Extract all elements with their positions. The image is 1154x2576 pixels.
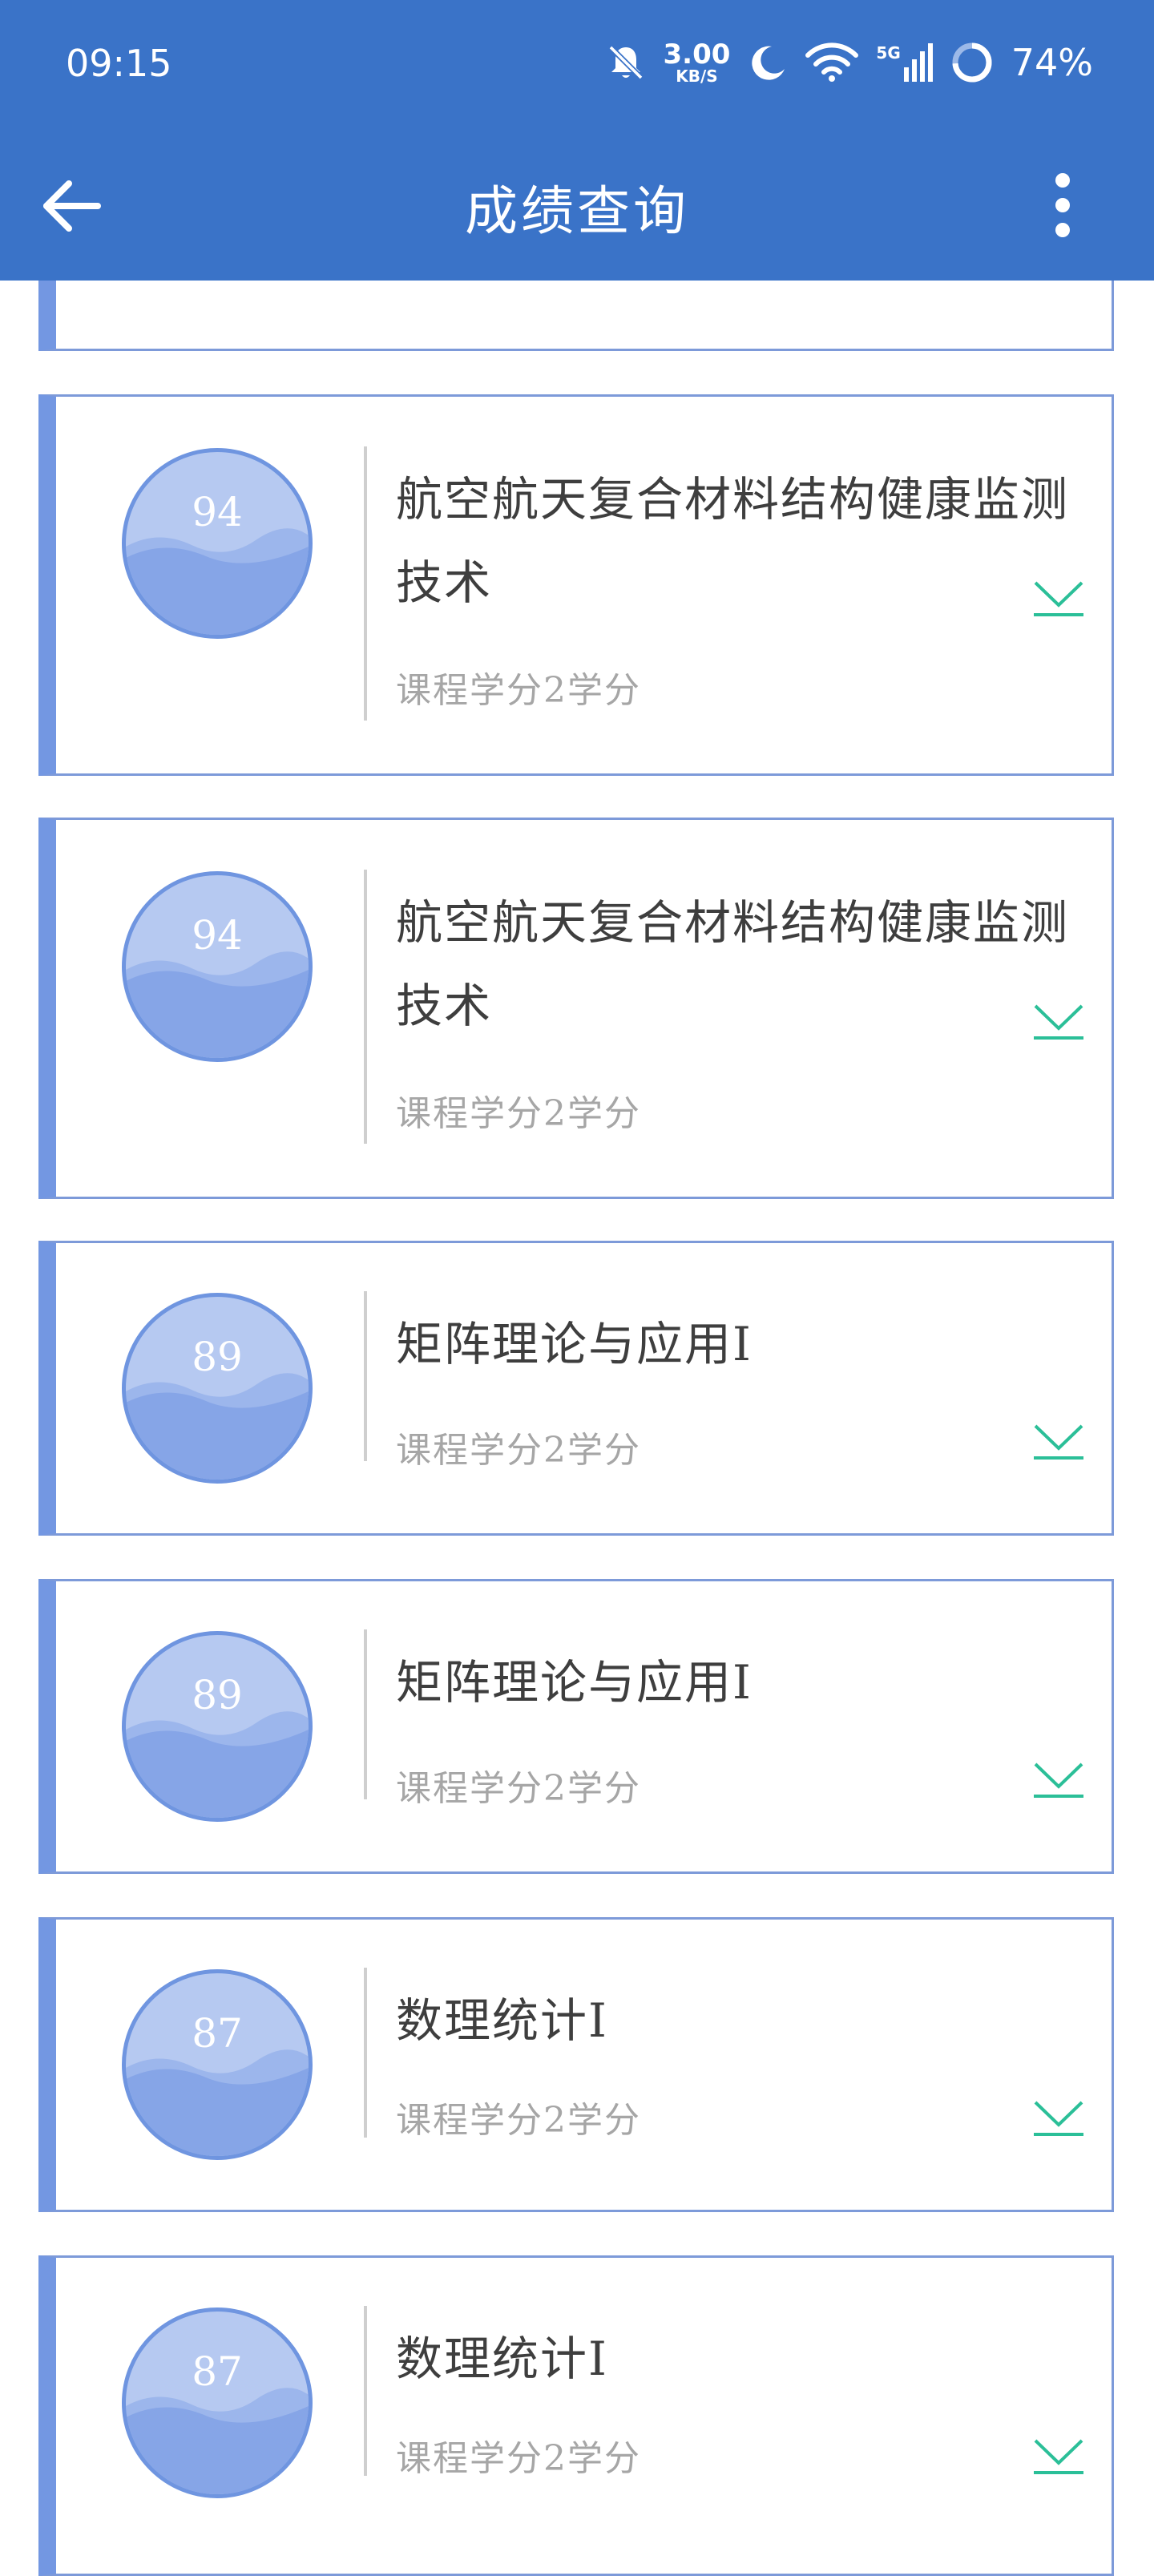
cell-signal-icon: 5G: [876, 43, 933, 82]
score-value: 87: [192, 2348, 243, 2395]
course-credit: 课程学分2学分: [396, 1093, 641, 1134]
course-card[interactable]: 87 数理统计I 课程学分2学分: [38, 1917, 1114, 2212]
course-name: 数理统计I: [396, 2332, 608, 2386]
score-badge: 89: [122, 1631, 313, 1822]
score-value: 89: [192, 1672, 243, 1718]
divider: [364, 870, 367, 1144]
divider: [364, 1968, 367, 2138]
score-value: 94: [192, 912, 243, 959]
divider: [364, 1629, 367, 1799]
wave-icon: [126, 528, 309, 635]
course-name: 航空航天复合材料结构健康监测技术: [396, 895, 1070, 1033]
network-speed: 3.00 KB/S: [664, 41, 731, 84]
more-menu-button[interactable]: [1047, 173, 1079, 237]
status-icons: 3.00 KB/S 5G 74%: [606, 37, 1093, 88]
course-name: 数理统计I: [396, 1993, 608, 2048]
score-badge: 89: [122, 1293, 313, 1484]
score-badge: 87: [122, 1969, 313, 2160]
score-badge: 94: [122, 448, 313, 639]
course-card[interactable]: 89 矩阵理论与应用I 课程学分2学分: [38, 1241, 1114, 1536]
course-card[interactable]: 94 航空航天复合材料结构健康监测技术 课程学分2学分: [38, 394, 1114, 776]
course-card[interactable]: 87 数理统计I 课程学分2学分: [38, 2255, 1114, 2576]
course-credit: 课程学分2学分: [396, 1768, 641, 1809]
divider: [364, 446, 367, 721]
net-speed-value: 3.00: [663, 38, 731, 71]
course-credit: 课程学分2学分: [396, 2100, 641, 2141]
page-title: 成绩查询: [465, 180, 689, 242]
expand-chevron-icon[interactable]: [1032, 1419, 1085, 1461]
battery-percent: 74%: [1011, 41, 1093, 84]
course-name: 矩阵理论与应用I: [396, 1317, 753, 1371]
wave-icon: [126, 1711, 309, 1818]
wifi-icon: [805, 42, 859, 82]
app-bar: 09:15 3.00 KB/S 5G 74% 成绩查询: [0, 0, 1154, 281]
score-badge: 94: [122, 871, 313, 1062]
course-card[interactable]: 94 航空航天复合材料结构健康监测技术 课程学分2学分: [38, 818, 1114, 1199]
more-vertical-icon: [1055, 173, 1070, 188]
course-credit: 课程学分2学分: [396, 2438, 641, 2479]
course-credit: 课程学分2学分: [396, 670, 641, 711]
status-bar: 09:15 3.00 KB/S 5G 74%: [0, 0, 1154, 128]
score-value: 89: [192, 1334, 243, 1380]
divider: [364, 1291, 367, 1461]
mute-bell-icon: [608, 45, 643, 80]
wave-icon: [126, 951, 309, 1058]
moon-icon: [752, 46, 785, 80]
score-value: 87: [192, 2010, 243, 2057]
status-time: 09:15: [66, 42, 172, 85]
score-badge: 87: [122, 2307, 313, 2498]
score-value: 94: [192, 489, 243, 535]
course-name: 航空航天复合材料结构健康监测技术: [396, 472, 1070, 610]
wave-icon: [126, 2388, 309, 2494]
signal-bars-icon: [903, 43, 933, 82]
course-name: 矩阵理论与应用I: [396, 1655, 753, 1710]
wave-icon: [126, 1373, 309, 1480]
expand-chevron-icon[interactable]: [1032, 2434, 1085, 2476]
expand-chevron-icon[interactable]: [1032, 1758, 1085, 1799]
net-speed-unit: KB/S: [676, 67, 718, 86]
course-credit: 课程学分2学分: [396, 1430, 641, 1471]
expand-chevron-icon[interactable]: [1032, 576, 1085, 618]
battery-ring-icon: [952, 42, 992, 83]
divider: [364, 2306, 367, 2476]
wave-icon: [126, 2049, 309, 2156]
network-type: 5G: [876, 43, 901, 63]
course-card[interactable]: 89 矩阵理论与应用I 课程学分2学分: [38, 1579, 1114, 1874]
expand-chevron-icon[interactable]: [1032, 999, 1085, 1041]
expand-chevron-icon[interactable]: [1032, 2096, 1085, 2138]
